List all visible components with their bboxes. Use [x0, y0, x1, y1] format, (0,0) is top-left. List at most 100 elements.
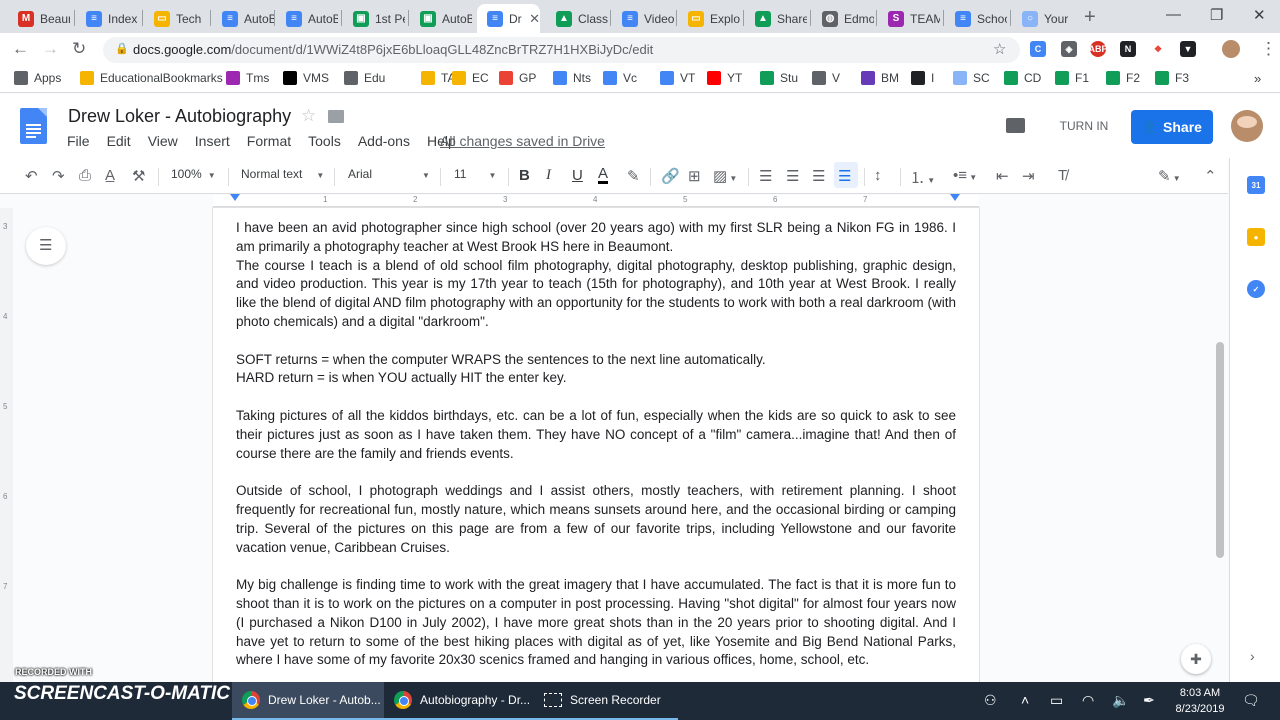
bookmark-item[interactable]: F1: [1055, 71, 1089, 85]
collapse-menus-icon[interactable]: ⌃: [1204, 167, 1217, 185]
account-avatar[interactable]: [1231, 110, 1263, 142]
forward-button[interactable]: →: [42, 39, 59, 59]
spellcheck-icon[interactable]: A̲: [105, 167, 115, 184]
text-color-icon[interactable]: A: [598, 166, 609, 184]
explore-icon[interactable]: ✚: [1181, 644, 1211, 674]
browser-tab[interactable]: ▲ Share: [745, 4, 807, 33]
menu-file[interactable]: File: [67, 133, 90, 149]
underline-icon[interactable]: U: [572, 167, 583, 184]
browser-tab[interactable]: ≡ Dr ✕: [477, 4, 540, 33]
bookmark-item[interactable]: YT: [707, 71, 742, 85]
clock[interactable]: 8:03 AM 8/23/2019: [1167, 685, 1233, 717]
browser-tab[interactable]: ○ Your: [1012, 4, 1074, 33]
align-left-icon[interactable]: ☰: [759, 167, 772, 185]
numbered-list-icon[interactable]: ⒈ ▼: [910, 167, 935, 188]
font-select[interactable]: Arial ▼: [348, 167, 430, 181]
bookmark-item[interactable]: F3: [1155, 71, 1189, 85]
paint-format-icon[interactable]: ⚒: [132, 167, 145, 185]
menu-view[interactable]: View: [148, 133, 178, 149]
bold-icon[interactable]: B: [519, 167, 530, 184]
bookmark-item[interactable]: BM: [861, 71, 899, 85]
browser-tab[interactable]: ▣ 1st Pe: [343, 4, 405, 33]
taskbar-item-chrome-2[interactable]: Autobiography - Dr...: [384, 682, 532, 720]
adblock-icon[interactable]: ABP: [1089, 41, 1108, 57]
menu-tools[interactable]: Tools: [308, 133, 341, 149]
align-right-icon[interactable]: ☰: [812, 167, 825, 185]
browser-tab[interactable]: ▭ Explo: [678, 4, 740, 33]
bookmark-item[interactable]: EC: [452, 71, 489, 85]
bookmark-item[interactable]: Nts: [553, 71, 591, 85]
extension-c-icon[interactable]: C: [1030, 41, 1046, 57]
editing-mode-icon[interactable]: ✎ ▼: [1158, 167, 1181, 185]
people-icon[interactable]: ⚇: [984, 692, 997, 709]
show-hidden-icons[interactable]: ˄: [1021, 692, 1029, 708]
notifications-icon[interactable]: 🗨: [1242, 692, 1260, 709]
browser-tab[interactable]: ≡ Video: [612, 4, 674, 33]
battery-icon[interactable]: ▭: [1050, 692, 1063, 709]
paragraph[interactable]: HARD return = is when YOU actually HIT t…: [236, 369, 956, 388]
reload-button[interactable]: ↻: [72, 39, 86, 59]
bulleted-list-icon[interactable]: •≡ ▼: [953, 167, 977, 184]
docs-logo-icon[interactable]: [20, 108, 47, 144]
align-center-icon[interactable]: ☰: [786, 167, 799, 185]
new-tab-button[interactable]: +: [1084, 6, 1096, 29]
turn-in-button[interactable]: TURN IN: [1049, 111, 1119, 141]
star-icon[interactable]: ☆: [301, 106, 316, 126]
show-side-panel-icon[interactable]: ›: [1250, 648, 1255, 664]
bookmark-item[interactable]: TA: [421, 71, 455, 85]
document-title[interactable]: Drew Loker - Autobiography: [68, 106, 291, 127]
menu-addons[interactable]: Add-ons: [358, 133, 410, 149]
pen-icon[interactable]: ✒: [1143, 692, 1155, 709]
line-spacing-icon[interactable]: ↕: [874, 167, 882, 184]
bookmark-item[interactable]: VMS: [283, 71, 329, 85]
paragraph[interactable]: My big challenge is finding time to work…: [236, 576, 956, 670]
paragraph[interactable]: SOFT returns = when the computer WRAPS t…: [236, 351, 956, 370]
paragraph[interactable]: The course I teach is a blend of old sch…: [236, 257, 956, 332]
calendar-icon[interactable]: 31: [1247, 176, 1265, 194]
move-to-folder-icon[interactable]: [328, 110, 344, 123]
document-outline-button[interactable]: [26, 227, 66, 265]
decrease-indent-icon[interactable]: ⇤: [996, 167, 1009, 185]
add-comment-icon[interactable]: ⊞: [688, 167, 701, 185]
zoom-select[interactable]: 100% ▼: [171, 167, 216, 181]
back-button[interactable]: ←: [12, 39, 29, 59]
menu-insert[interactable]: Insert: [195, 133, 230, 149]
bookmark-item[interactable]: I: [911, 71, 934, 85]
browser-tab[interactable]: ▭ Tech: [144, 4, 206, 33]
vertical-scrollbar-thumb[interactable]: [1216, 342, 1224, 558]
print-icon[interactable]: ⎙: [79, 167, 91, 184]
extension-dark-icon[interactable]: ▼: [1180, 41, 1196, 57]
bookmarks-overflow-icon[interactable]: »: [1254, 71, 1261, 86]
address-bar[interactable]: 🔒 docs.google.com/document/d/1WWiZ4t8P6j…: [103, 37, 1020, 63]
browser-tab[interactable]: ≡ Index: [76, 4, 138, 33]
browser-tab[interactable]: ≡ AutoB: [212, 4, 274, 33]
browser-tab[interactable]: M Beaum: [8, 4, 70, 33]
bookmark-item[interactable]: EducationalBookmarks: [80, 71, 223, 85]
taskbar-item-recorder[interactable]: Screen Recorder: [532, 682, 678, 720]
bookmark-item[interactable]: Stu: [760, 71, 798, 85]
extension-new-icon[interactable]: N: [1120, 41, 1136, 57]
browser-tab[interactable]: ◍ Edmo: [812, 4, 874, 33]
volume-icon[interactable]: 🔈: [1112, 692, 1129, 709]
increase-indent-icon[interactable]: ⇥: [1022, 167, 1035, 185]
paragraph[interactable]: I have been an avid photographer since h…: [236, 219, 956, 257]
extension-arrow-icon[interactable]: ❖: [1150, 41, 1166, 57]
bookmark-item[interactable]: Tms: [226, 71, 269, 85]
chrome-menu-icon[interactable]: ⋮: [1260, 39, 1277, 59]
left-indent-marker[interactable]: [230, 194, 240, 201]
browser-tab[interactable]: ≡ Schoo: [945, 4, 1007, 33]
bookmark-item[interactable]: GP: [499, 71, 536, 85]
save-status-link[interactable]: All changes saved in Drive: [440, 133, 605, 149]
close-window-button[interactable]: ✕: [1253, 6, 1266, 24]
document-page[interactable]: I have been an avid photographer since h…: [213, 208, 979, 682]
taskbar-item-chrome-1[interactable]: Drew Loker - Autob...: [232, 682, 384, 720]
bookmark-item[interactable]: Apps: [14, 71, 61, 85]
undo-icon[interactable]: ↶: [25, 167, 38, 185]
right-indent-marker[interactable]: [950, 194, 960, 201]
font-size-select[interactable]: 11 ▼: [454, 167, 496, 181]
bookmark-item[interactable]: Edu: [344, 71, 385, 85]
bookmark-item[interactable]: SC: [953, 71, 990, 85]
comments-icon[interactable]: [1006, 118, 1025, 133]
bookmark-item[interactable]: Vc: [603, 71, 637, 85]
paragraph[interactable]: Taking pictures of all the kiddos birthd…: [236, 407, 956, 463]
